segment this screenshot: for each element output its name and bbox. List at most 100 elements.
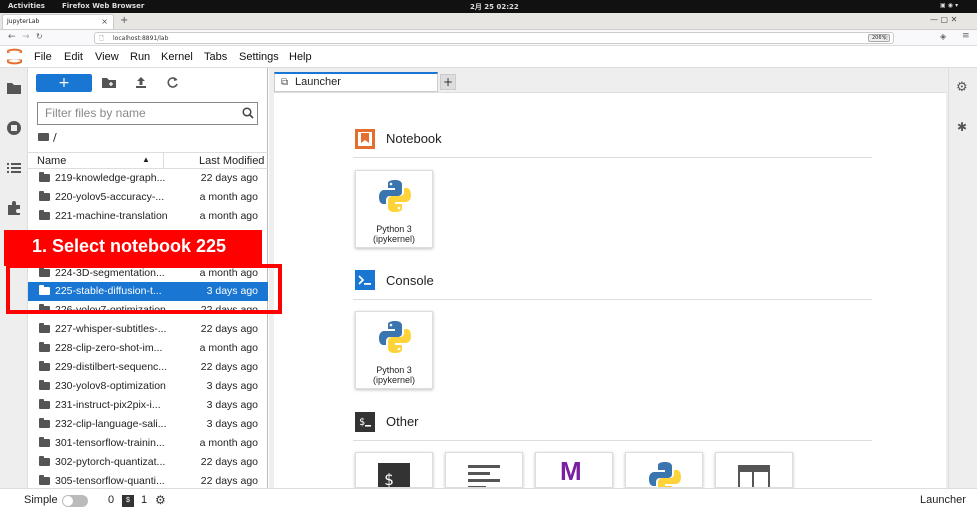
file-name: 227-whisper-subtitles-...	[55, 323, 167, 335]
close-tab-icon[interactable]: ×	[101, 17, 108, 26]
markdown-file-card[interactable]: M	[535, 452, 613, 488]
new-launcher-button[interactable]: +	[36, 74, 92, 92]
launcher-tab-label: Launcher	[295, 76, 341, 88]
contextual-help-card[interactable]	[715, 452, 793, 488]
running-kernels-icon[interactable]	[6, 120, 22, 136]
file-modified: 3 days ago	[206, 380, 258, 392]
python3-console-card[interactable]: Python 3 (ipykernel)	[355, 311, 433, 389]
browser-tab[interactable]: JupyterLab ×	[2, 14, 114, 29]
list-item[interactable]: 230-yolov8-optimization 3 days ago	[28, 377, 268, 396]
column-name-header[interactable]: Name	[37, 155, 66, 167]
menu-edit[interactable]: Edit	[64, 51, 83, 63]
list-item[interactable]: 221-machine-translation a month ago	[28, 207, 268, 226]
terminal-count[interactable]: 1	[141, 494, 147, 506]
file-modified: 22 days ago	[200, 323, 258, 335]
search-icon	[242, 107, 254, 119]
status-bar: Simple 0 $ 1 ⚙ Launcher	[0, 488, 977, 511]
list-item[interactable]: 231-instruct-pix2pix-i... 3 days ago	[28, 396, 268, 415]
file-name: 301-tensorflow-trainin...	[55, 437, 165, 449]
pocket-icon[interactable]: ◈	[940, 32, 946, 41]
file-name: 305-tensorflow-quanti...	[55, 475, 165, 487]
section-divider	[353, 157, 872, 158]
tab-launcher[interactable]: ⧉ Launcher	[274, 72, 438, 92]
activities-button[interactable]: Activities	[8, 2, 45, 10]
file-modified: a month ago	[199, 342, 258, 354]
list-item[interactable]: 219-knowledge-graph... 22 days ago	[28, 169, 268, 188]
folder-icon	[39, 323, 50, 333]
contextual-help-icon	[738, 465, 770, 487]
python-logo-icon	[649, 462, 681, 487]
svg-text:$: $	[359, 417, 365, 428]
file-modified: 22 days ago	[200, 456, 258, 468]
python3-notebook-card[interactable]: Python 3 (ipykernel)	[355, 170, 433, 248]
kernel-name: Python 3	[376, 224, 412, 234]
list-item[interactable]: 220-yolov5-accuracy-... a month ago	[28, 188, 268, 207]
kernel-sub: (ipykernel)	[372, 234, 415, 244]
file-modified: a month ago	[199, 437, 258, 449]
menu-tabs[interactable]: Tabs	[204, 51, 227, 63]
list-item[interactable]: 229-distilbert-sequenc... 22 days ago	[28, 358, 268, 377]
folder-icon	[39, 399, 50, 409]
text-file-card[interactable]	[445, 452, 523, 488]
upload-icon[interactable]	[135, 76, 147, 89]
terminal-card[interactable]: $	[355, 452, 433, 488]
debugger-bug-icon[interactable]: ✱	[957, 120, 967, 134]
table-of-contents-icon[interactable]	[6, 160, 22, 176]
python-file-card[interactable]	[625, 452, 703, 488]
notebook-section-title: Notebook	[386, 131, 442, 146]
menu-file[interactable]: File	[34, 51, 52, 63]
hamburger-menu-icon[interactable]: ≡	[962, 31, 970, 41]
bookmark-star-icon[interactable]: ☆	[882, 33, 889, 42]
back-icon[interactable]: ←	[8, 32, 16, 42]
property-inspector-gear-icon[interactable]: ⚙	[956, 80, 968, 95]
forward-icon[interactable]: →	[22, 32, 30, 42]
file-browser-icon[interactable]	[6, 80, 22, 96]
python-logo-icon	[379, 180, 411, 212]
console-section-icon	[355, 270, 375, 290]
column-modified-header[interactable]: Last Modified	[199, 155, 264, 167]
list-item[interactable]: 302-pytorch-quantizat... 22 days ago	[28, 453, 268, 472]
reload-icon[interactable]: ↻	[36, 32, 43, 41]
sort-ascending-icon[interactable]: ▲	[142, 155, 150, 164]
page-info-icon[interactable]: 🗋	[99, 34, 104, 44]
system-tray-icon[interactable]: ▣ ◉ ▾	[940, 2, 958, 9]
highlight-box	[6, 264, 282, 314]
list-item[interactable]: 301-tensorflow-trainin... a month ago	[28, 434, 268, 453]
file-modified: 3 days ago	[206, 399, 258, 411]
list-item[interactable]: 305-tensorflow-quanti... 22 days ago	[28, 472, 268, 488]
kernel-status-bug-icon[interactable]: ⚙	[155, 493, 166, 507]
window-controls[interactable]: — ▢ ✕	[930, 15, 957, 24]
active-app-label[interactable]: Firefox Web Browser	[62, 2, 144, 10]
clock[interactable]: 2月 25 02:22	[470, 2, 519, 12]
folder-icon	[39, 172, 50, 182]
status-right-label: Launcher	[920, 494, 966, 506]
folder-icon	[39, 342, 50, 352]
list-item[interactable]: 228-clip-zero-shot-im... a month ago	[28, 339, 268, 358]
list-item[interactable]: 232-clip-language-sali... 3 days ago	[28, 415, 268, 434]
refresh-icon[interactable]	[166, 76, 179, 89]
simple-mode-toggle[interactable]	[62, 495, 88, 507]
menu-run[interactable]: Run	[130, 51, 150, 63]
new-tab-button[interactable]: +	[440, 74, 456, 90]
file-name: 232-clip-language-sali...	[55, 418, 167, 430]
breadcrumb-root[interactable]: /	[53, 131, 57, 144]
folder-icon	[39, 475, 50, 485]
right-sidebar-strip: ⚙ ✱	[948, 68, 977, 488]
extensions-puzzle-icon[interactable]	[6, 200, 22, 216]
kernel-name: Python 3	[376, 365, 412, 375]
new-tab-icon[interactable]: +	[120, 15, 128, 26]
menu-help[interactable]: Help	[289, 51, 312, 63]
file-modified: a month ago	[199, 191, 258, 203]
menu-view[interactable]: View	[95, 51, 119, 63]
menu-kernel[interactable]: Kernel	[161, 51, 193, 63]
menu-settings[interactable]: Settings	[239, 51, 279, 63]
list-item[interactable]: 227-whisper-subtitles-... 22 days ago	[28, 320, 268, 339]
kernel-count[interactable]: 0	[108, 494, 114, 506]
breadcrumb[interactable]: /	[38, 131, 57, 144]
file-filter-input[interactable]: Filter files by name	[37, 102, 258, 125]
file-name: 302-pytorch-quantizat...	[55, 456, 166, 468]
other-section-icon: $	[355, 412, 375, 432]
new-folder-icon[interactable]	[102, 77, 116, 89]
url-input[interactable]: 🗋 localhost:8891/lab	[94, 32, 894, 44]
browser-tab-bar	[0, 13, 977, 30]
